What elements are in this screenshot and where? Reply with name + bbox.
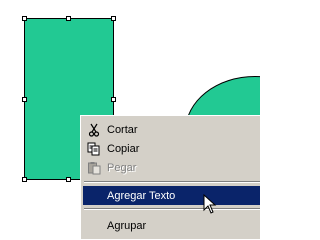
scissors-icon	[85, 122, 103, 138]
menu-item-icon-slot	[85, 188, 103, 204]
selection-handle-middle-left[interactable]	[22, 97, 27, 102]
menu-item-copiar[interactable]: Copiar	[83, 139, 260, 158]
menu-item-agrupar-label: Agrupar	[107, 219, 147, 232]
menu-item-pegar[interactable]: Pegar	[83, 158, 260, 177]
menu-item-cortar-label: Cortar	[107, 123, 138, 136]
menu-item-agregar-texto[interactable]: Agregar Texto	[83, 186, 260, 205]
menu-item-pegar-label: Pegar	[107, 161, 137, 174]
drawing-canvas[interactable]: Cortar Copiar Pegar Agregar Texto Agrupa…	[0, 0, 260, 239]
menu-item-icon-slot	[85, 218, 103, 234]
paste-icon	[85, 160, 103, 176]
selection-handle-bottom-left[interactable]	[22, 177, 27, 182]
menu-separator	[84, 208, 260, 210]
menu-item-agrupar[interactable]: Agrupar	[83, 216, 260, 235]
arrow-cursor-icon	[203, 193, 219, 216]
selection-handle-top-middle[interactable]	[66, 16, 71, 21]
selection-handle-top-right[interactable]	[111, 16, 116, 21]
context-menu: Cortar Copiar Pegar Agregar Texto Agrupa…	[80, 115, 260, 239]
selection-handle-bottom-middle[interactable]	[66, 177, 71, 182]
copy-icon	[85, 141, 103, 157]
selection-handle-top-left[interactable]	[22, 16, 27, 21]
menu-item-cortar[interactable]: Cortar	[83, 120, 260, 139]
menu-item-copiar-label: Copiar	[107, 142, 140, 155]
menu-item-agregar-texto-label: Agregar Texto	[107, 189, 176, 202]
selection-handle-middle-right[interactable]	[111, 97, 116, 102]
menu-separator	[84, 181, 260, 183]
